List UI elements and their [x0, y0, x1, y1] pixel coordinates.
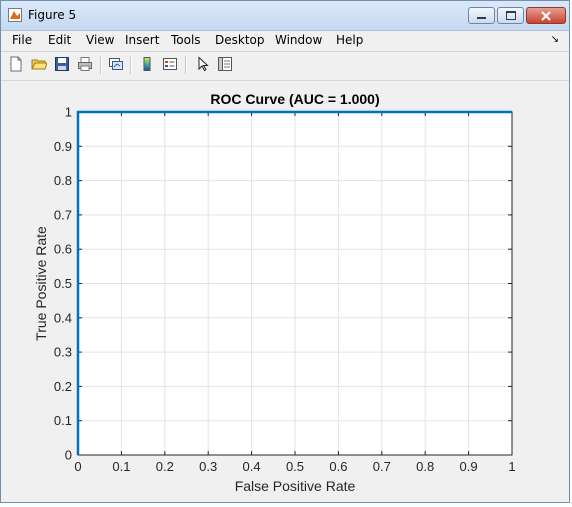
maximize-button[interactable]: [497, 7, 524, 24]
y-tick-label: 0.5: [54, 276, 72, 291]
window-title: Figure 5: [28, 8, 77, 22]
chart-title: ROC Curve (AUC = 1.000): [210, 91, 379, 107]
x-tick-label: 0: [74, 459, 81, 474]
figure-window: Figure 5 File Edit View Insert Tools Des…: [0, 0, 570, 503]
y-tick-label: 0.7: [54, 207, 72, 222]
x-axis-label: False Positive Rate: [235, 478, 356, 494]
close-button[interactable]: [526, 7, 566, 24]
y-tick-label: 0: [65, 448, 72, 463]
save-icon[interactable]: [52, 54, 72, 74]
menu-view[interactable]: View: [86, 33, 114, 47]
matlab-figure-icon: [8, 8, 22, 22]
insert-colorbar-icon[interactable]: [137, 54, 157, 74]
x-tick-label: 0.9: [460, 459, 478, 474]
menu-file[interactable]: File: [12, 33, 32, 47]
toolbar-separator: [185, 56, 187, 74]
menu-insert[interactable]: Insert: [125, 33, 159, 47]
figure-canvas: 0 0.1 0.2 0.3 0.4 0.5 0.6 0.7 0.8 0.9 1 0 0.1 0.2 0.3 0…: [3, 82, 568, 502]
x-tick-label: 0.5: [286, 459, 304, 474]
toolbar: [1, 52, 569, 80]
y-tick-label: 1: [65, 105, 72, 120]
toolbar-separator: [100, 56, 102, 74]
y-tick-label: 0.4: [54, 310, 72, 325]
new-figure-icon[interactable]: [6, 54, 26, 74]
menu-tools[interactable]: Tools: [171, 33, 201, 47]
x-tick-label: 0.3: [199, 459, 217, 474]
property-inspector-icon[interactable]: [215, 54, 235, 74]
toolbar-separator: [130, 56, 132, 74]
maximize-icon: [505, 11, 516, 20]
menu-desktop[interactable]: Desktop: [215, 33, 265, 47]
x-tick-label: 1: [508, 459, 515, 474]
toolbar-separator-line: [1, 80, 569, 81]
menu-window[interactable]: Window: [275, 33, 322, 47]
close-icon: [541, 10, 551, 21]
x-tick-label: 0.6: [329, 459, 347, 474]
menu-help[interactable]: Help: [336, 33, 363, 47]
menu-bar: File Edit View Insert Tools Desktop Wind…: [1, 31, 569, 49]
roc-chart[interactable]: 0 0.1 0.2 0.3 0.4 0.5 0.6 0.7 0.8 0.9 1 0 0.1 0.2 0.3 0…: [3, 82, 568, 502]
y-tick-label: 0.8: [54, 173, 72, 188]
x-tick-label: 0.1: [112, 459, 130, 474]
menu-edit[interactable]: Edit: [48, 33, 71, 47]
y-tick-label: 0.6: [54, 242, 72, 257]
x-tick-label: 0.2: [156, 459, 174, 474]
y-axis-label: True Positive Rate: [33, 226, 49, 341]
minimize-button[interactable]: [468, 7, 495, 24]
dock-arrow-icon[interactable]: ↘: [551, 34, 559, 45]
insert-legend-icon[interactable]: [160, 54, 180, 74]
pointer-icon[interactable]: [193, 54, 213, 74]
x-tick-label: 0.4: [243, 459, 261, 474]
title-bar[interactable]: Figure 5: [1, 1, 569, 31]
y-tick-label: 0.2: [54, 379, 72, 394]
minimize-icon: [477, 17, 486, 19]
y-tick-label: 0.1: [54, 413, 72, 428]
link-plot-icon[interactable]: [106, 54, 126, 74]
y-tick-label: 0.9: [54, 139, 72, 154]
print-icon[interactable]: [75, 54, 95, 74]
open-file-icon[interactable]: [29, 54, 49, 74]
x-tick-label: 0.8: [416, 459, 434, 474]
x-tick-label: 0.7: [373, 459, 391, 474]
y-tick-label: 0.3: [54, 345, 72, 360]
